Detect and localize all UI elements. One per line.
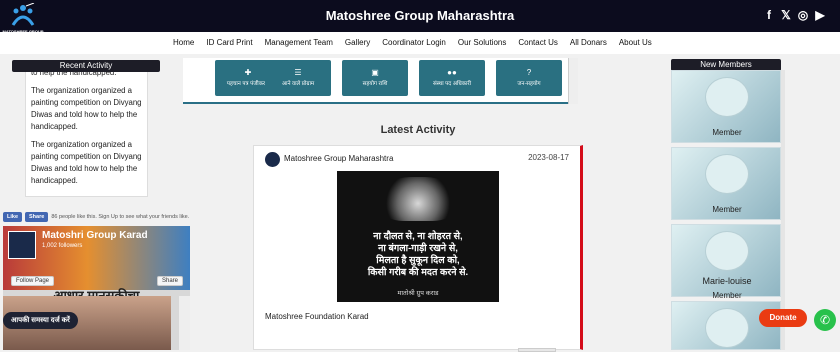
card-more-button[interactable] [518,348,556,352]
member-card[interactable]: Member [671,147,781,220]
quick-link-donation[interactable]: ▣ सहयोग राशि [342,60,408,96]
member-label: Member [712,205,742,214]
recent-activity-title: Recent Activity [12,60,160,72]
card-date: 2023-08-17 [528,153,569,162]
register-problem-button[interactable]: आपकी समस्या दर्ज करें [3,312,78,329]
members-scrollbar[interactable] [781,70,785,350]
recent-activity-list[interactable]: to help the handicapped. The organizatio… [25,66,148,197]
org-avatar [265,152,280,167]
fb-page-followers: 1,002 followers [42,243,83,249]
image-quote-line: ना बंगला-गाड़ी रखने से, [378,243,458,254]
fb-share-button[interactable]: Share [25,212,49,222]
praying-hands-image [381,177,455,221]
quick-link-label: संस्था पद अधिकारी [432,81,472,87]
image-quote-line: मिलता है सुकून दिल को, [376,255,460,266]
list-icon: ☰ [294,68,302,77]
nav-home[interactable]: Home [173,38,194,47]
quick-link-label: आने वाले प्रोग्राम [281,81,315,87]
fb-page-name[interactable]: Matoshri Group Karad [42,230,148,241]
nav-management-team[interactable]: Management Team [265,38,333,47]
member-label: Member [712,128,742,137]
card-caption: Matoshree Foundation Karad [265,312,369,321]
donate-button[interactable]: Donate [759,309,807,327]
social-links: f 𝕏 ◎ ▶ [763,8,826,22]
facebook-icon[interactable]: f [763,8,775,22]
nav-coordinator-login[interactable]: Coordinator Login [382,38,446,47]
whatsapp-icon[interactable]: ✆ [814,309,836,331]
main-nav: Home ID Card Print Management Team Galle… [173,38,652,47]
activity-item: The organization organized a painting co… [31,86,142,131]
fb-page-share-button[interactable]: Share [157,276,184,286]
member-avatar [705,308,749,348]
instagram-icon[interactable]: ◎ [797,8,809,22]
nav-all-donars[interactable]: All Donars [570,38,607,47]
latest-activity-card[interactable]: Matoshree Group Maharashtra 2023-08-17 न… [253,145,583,352]
quick-link-label: पहचान पत्र पंजीकरण [226,81,270,87]
group-icon: ●● [447,68,457,77]
member-card[interactable]: Member [671,70,781,143]
fb-page-logo [8,231,36,259]
fb-like-text: 86 people like this. Sign Up to see what… [51,214,190,220]
nav-id-card-print[interactable]: ID Card Print [206,38,252,47]
latest-activity-title: Latest Activity [380,124,456,136]
twitter-icon[interactable]: 𝕏 [780,8,792,22]
member-avatar [705,231,749,271]
quick-link-label: सहयोग राशि [362,81,388,87]
card-org-name[interactable]: Matoshree Group Maharashtra [284,154,393,163]
quick-links-scrollbar[interactable] [568,58,578,104]
member-avatar [705,77,749,117]
quick-link-label: जन-सहयोग [517,81,541,87]
youtube-icon[interactable]: ▶ [814,8,826,22]
image-signature: मातोश्री ग्रुप कराड [397,290,439,297]
nav-contact-us[interactable]: Contact Us [518,38,558,47]
site-title: Matoshree Group Maharashtra [325,8,515,23]
nav-our-solutions[interactable]: Our Solutions [458,38,506,47]
member-name: Marie-louise [702,276,752,286]
money-icon: ▣ [371,68,379,77]
image-quote-line: किसी गरीब की मदत करने से. [367,267,469,278]
question-icon: ? [526,68,532,77]
member-avatar [705,154,749,194]
member-label: Member [712,291,742,300]
quick-link-upcoming-programs[interactable]: ☰ आने वाले प्रोग्राम [265,60,331,96]
nav-gallery[interactable]: Gallery [345,38,370,47]
member-card[interactable]: Marie-louise Member [671,224,781,300]
nav-about-us[interactable]: About Us [619,38,652,47]
facebook-page-widget[interactable]: Matoshri Group Karad 1,002 followers Fol… [3,226,190,350]
activity-image[interactable]: ना दौलत से, ना शोहरत से, ना बंगला-गाड़ी … [337,171,499,302]
fb-scrollbar[interactable] [179,296,190,350]
fb-like-bar: Like Share 86 people like this. Sign Up … [3,212,189,222]
image-quote-line: ना दौलत से, ना शोहरत से, [373,231,463,242]
quick-link-public-support[interactable]: ? जन-सहयोग [496,60,562,96]
activity-item: The organization organized a painting co… [31,140,142,185]
quick-links-bar: ✚ पहचान पत्र पंजीकरण ☰ आने वाले प्रोग्रा… [183,58,578,104]
fb-like-button[interactable]: Like [3,212,23,222]
fb-follow-page-button[interactable]: Follow Page [11,276,55,286]
quick-link-office-bearers[interactable]: ●● संस्था पद अधिकारी [419,60,485,96]
